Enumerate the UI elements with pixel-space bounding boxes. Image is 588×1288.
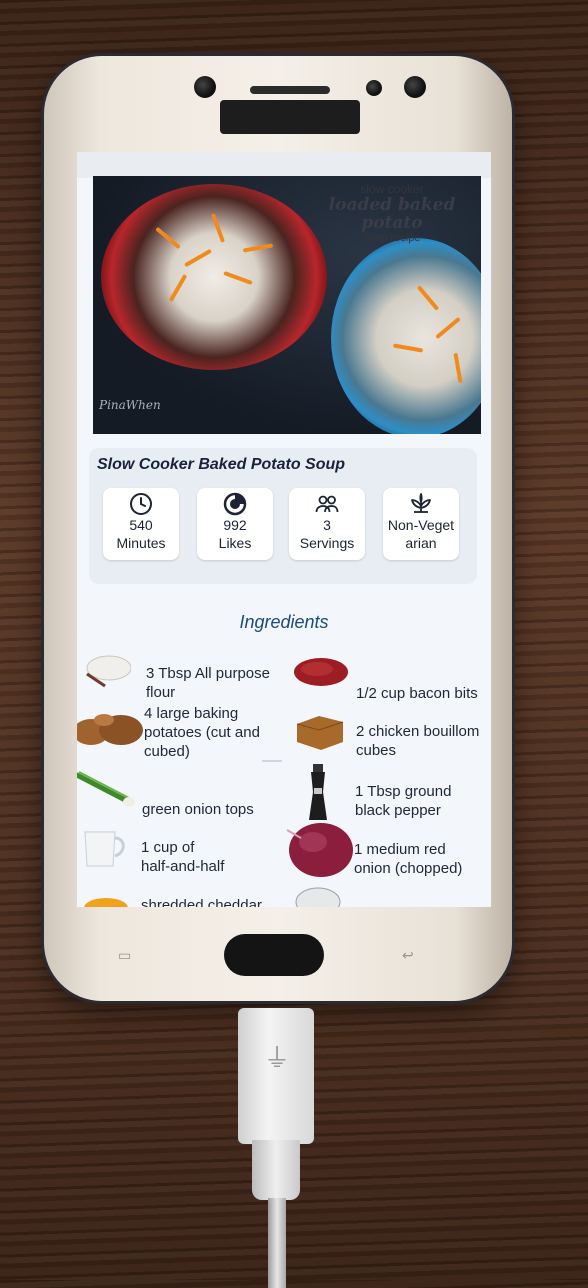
stat-diet-label: arian (405, 535, 437, 551)
hero-caption: slow cooker loaded baked potato soup rec… (307, 182, 477, 244)
bowl-icon (293, 882, 343, 907)
ingredient-cheddar-line1: shredded cheddar (141, 897, 262, 907)
sensor-icon (366, 80, 382, 96)
ingredient-flour: 3 Tbsp All purpose flour (146, 664, 270, 702)
earpiece (250, 86, 330, 94)
soup-bowl-blue (331, 238, 481, 434)
stat-time-label: Minutes (116, 535, 166, 551)
ingredient-bouillon: 2 chicken bouillom cubes (356, 722, 479, 760)
cheese-icon (81, 892, 131, 907)
stat-servings-value: 3 (323, 517, 331, 533)
recent-apps-icon[interactable]: ▭ (118, 948, 144, 964)
milk-jug-icon (81, 828, 131, 868)
ingredient-potatoes-line2: potatoes (cut and (144, 724, 260, 741)
stat-diet[interactable]: Non-Veget arian (383, 488, 459, 560)
ingredient-bacon-bits-line1: 1/2 cup bacon bits (356, 685, 478, 702)
home-button[interactable] (224, 934, 324, 976)
redaction-bar (220, 100, 360, 134)
stat-likes-value: 992 (223, 517, 247, 533)
app-screen: slow cooker loaded baked potato soup rec… (77, 152, 491, 907)
ingredient-green-onion-line1: green onion tops (142, 801, 254, 818)
usb-cable-wire (268, 1198, 286, 1288)
ingredient-potatoes-line1: 4 large baking (144, 705, 239, 722)
flour-icon (83, 652, 132, 688)
stat-servings-label: Servings (299, 535, 355, 551)
ingredient-green-onion: green onion tops (142, 800, 254, 819)
usb-cable-plug: ⏚ (238, 1008, 314, 1144)
ingredient-half-and-half: 1 cup of half-and-half (141, 838, 224, 876)
bacon-bits-icon (293, 656, 349, 688)
back-icon[interactable]: ↩ (402, 948, 428, 964)
ingredient-bouillon-line1: 2 chicken bouillom (356, 723, 480, 740)
front-camera-icon (194, 76, 216, 98)
ingredient-red-onion-line2: onion (chopped) (354, 860, 463, 877)
usb-icon: ⏚ (264, 1044, 291, 1074)
ingredient-half-and-half-line1: 1 cup of (141, 839, 195, 856)
stat-diet-value: Non-Veget (387, 517, 455, 533)
watermark: PinaWhen (99, 398, 161, 412)
ingredient-flour-line2: flour (146, 684, 176, 701)
ingredient-bacon-bits: 1/2 cup bacon bits (356, 684, 478, 703)
recipe-hero-image: slow cooker loaded baked potato soup rec… (93, 176, 481, 434)
ingredient-potatoes-line3: cubed) (144, 743, 190, 760)
status-bar (77, 152, 491, 178)
recipe-info-card: Slow Cooker Baked Potato Soup 540 Minute… (89, 448, 477, 584)
ingredient-half-and-half-line2: half-and-half (141, 858, 225, 875)
likes-icon (197, 492, 273, 516)
stat-likes[interactable]: 992 Likes (197, 488, 273, 560)
ingredient-potatoes: 4 large baking potatoes (cut and cubed) (144, 704, 260, 761)
ingredient-flour-line1: 3 Tbsp All purpose (146, 665, 270, 682)
usb-cable-neck (252, 1140, 300, 1200)
potatoes-icon (77, 712, 147, 748)
green-onion-icon (77, 768, 137, 812)
ingredient-pepper-line2: black pepper (355, 802, 441, 819)
ingredient-cheddar: shredded cheddar (141, 896, 262, 907)
people-icon (289, 492, 365, 516)
stat-time-value: 540 (129, 517, 153, 533)
soup-bowl-red (101, 184, 327, 370)
recipe-title: Slow Cooker Baked Potato Soup (97, 456, 346, 473)
pepper-grinder-icon (307, 764, 329, 820)
hero-line-3: soup recipe (363, 232, 421, 244)
ingredient-bouillon-line2: cubes (356, 742, 397, 759)
hero-line-1: slow cooker (360, 182, 424, 196)
clock-icon (103, 492, 179, 516)
ingredient-red-onion: 1 medium red onion (chopped) (354, 840, 462, 878)
divider (262, 760, 282, 762)
camera-icon (404, 76, 426, 98)
hero-line-2: loaded baked potato (328, 195, 456, 233)
ingredient-red-onion-line1: 1 medium red (354, 841, 446, 858)
bouillon-icon (295, 714, 345, 750)
red-onion-icon (283, 818, 355, 878)
leaf-icon (383, 492, 459, 516)
ingredient-pepper-line1: 1 Tbsp ground (355, 783, 452, 800)
stat-likes-label: Likes (218, 535, 252, 551)
ingredients-heading: Ingredients (239, 612, 329, 632)
stat-servings[interactable]: 3 Servings (289, 488, 365, 560)
stat-time[interactable]: 540 Minutes (103, 488, 179, 560)
ingredient-pepper: 1 Tbsp ground black pepper (355, 782, 451, 820)
